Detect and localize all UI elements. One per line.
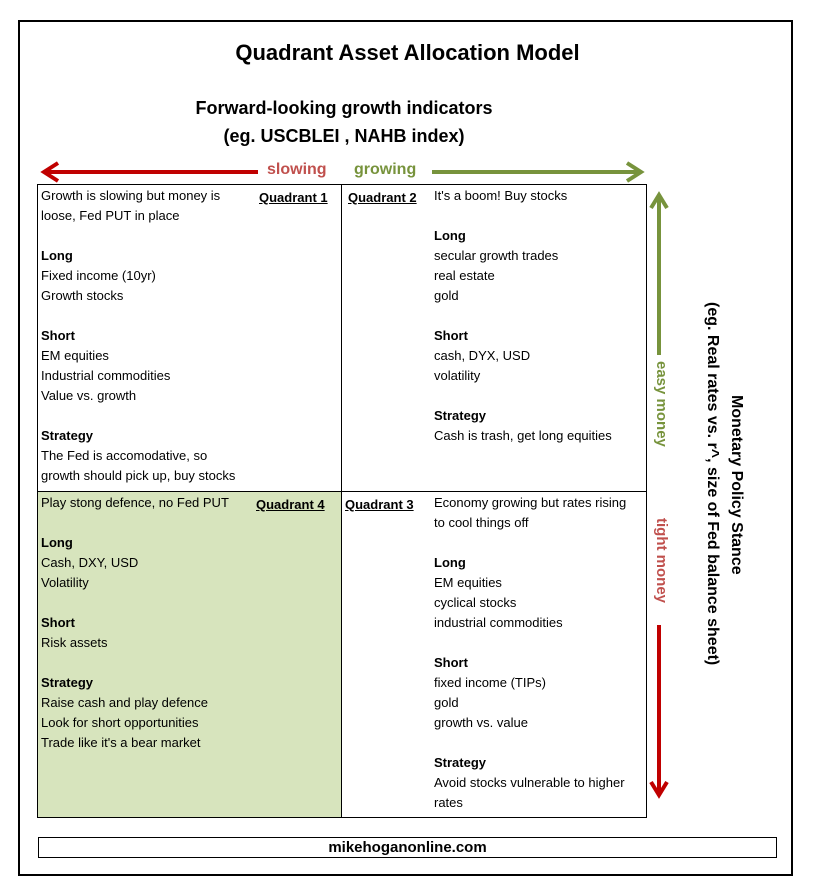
tight-money-label: tight money bbox=[653, 518, 670, 603]
summary-line: Economy growing but rates rising bbox=[434, 495, 627, 510]
summary-line: Play stong defence, no Fed PUT bbox=[41, 495, 229, 510]
quadrant-1: Quadrant 1 Growth is slowing but money i… bbox=[38, 185, 342, 492]
long-heading: Long bbox=[41, 535, 73, 550]
slowing-arrow-icon bbox=[40, 161, 258, 183]
strategy-heading: Strategy bbox=[41, 428, 94, 443]
easy-money-arrow-icon bbox=[649, 191, 669, 355]
long-item: EM equities bbox=[434, 575, 502, 590]
quadrant-3: Quadrant 3 Economy growing but rates ris… bbox=[342, 492, 646, 817]
short-item: volatility bbox=[434, 368, 481, 383]
quadrant-1-label: Quadrant 1 bbox=[259, 190, 328, 205]
easy-money-label: easy money bbox=[653, 361, 670, 447]
footer-site-link[interactable]: mikehoganonline.com bbox=[38, 837, 777, 858]
short-item: Value vs. growth bbox=[41, 388, 137, 403]
growing-label: growing bbox=[354, 161, 417, 178]
long-heading: Long bbox=[41, 248, 73, 263]
short-heading: Short bbox=[41, 615, 75, 630]
strategy-item: Trade like it's a bear market bbox=[41, 735, 201, 750]
short-heading: Short bbox=[434, 655, 468, 670]
short-item: Risk assets bbox=[41, 635, 108, 650]
short-heading: Short bbox=[434, 328, 468, 343]
long-item: secular growth trades bbox=[434, 248, 559, 263]
long-item: real estate bbox=[434, 268, 495, 283]
strategy-item: growth should pick up, buy stocks bbox=[41, 468, 236, 483]
quadrant-2: Quadrant 2 It's a boom! Buy stocks Long … bbox=[342, 185, 646, 492]
short-item: cash, DYX, USD bbox=[434, 348, 531, 363]
quadrant-3-label: Quadrant 3 bbox=[345, 497, 414, 512]
long-item: Fixed income (10yr) bbox=[41, 268, 156, 283]
strategy-heading: Strategy bbox=[434, 755, 487, 770]
short-item: gold bbox=[434, 695, 459, 710]
y-axis-heading: Monetary Policy Stance bbox=[728, 395, 745, 575]
short-item: Industrial commodities bbox=[41, 368, 171, 383]
slowing-label: slowing bbox=[267, 161, 327, 178]
long-item: Cash, DXY, USD bbox=[41, 555, 139, 570]
summary-line: Growth is slowing but money is bbox=[41, 188, 221, 203]
strategy-item: Raise cash and play defence bbox=[41, 695, 208, 710]
strategy-item: Cash is trash, get long equities bbox=[434, 428, 612, 443]
quadrant-4: Quadrant 4 Play stong defence, no Fed PU… bbox=[38, 492, 342, 817]
tight-money-arrow-icon bbox=[649, 625, 669, 799]
long-heading: Long bbox=[434, 555, 466, 570]
long-item: industrial commodities bbox=[434, 615, 563, 630]
y-axis-subheading: (eg. Real rates vs. r^, size of Fed bala… bbox=[704, 302, 721, 666]
strategy-item: Avoid stocks vulnerable to higher bbox=[434, 775, 625, 790]
strategy-heading: Strategy bbox=[434, 408, 487, 423]
strategy-heading: Strategy bbox=[41, 675, 94, 690]
long-item: gold bbox=[434, 288, 459, 303]
strategy-item: Look for short opportunities bbox=[41, 715, 199, 730]
quadrant-4-label: Quadrant 4 bbox=[256, 497, 325, 512]
quadrant-2-label: Quadrant 2 bbox=[348, 190, 417, 205]
long-item: cyclical stocks bbox=[434, 595, 517, 610]
strategy-item: rates bbox=[434, 795, 463, 810]
short-item: growth vs. value bbox=[434, 715, 528, 730]
long-item: Volatility bbox=[41, 575, 89, 590]
short-heading: Short bbox=[41, 328, 75, 343]
summary-line: loose, Fed PUT in place bbox=[41, 208, 180, 223]
growing-arrow-icon bbox=[432, 161, 645, 183]
quadrant-grid: Quadrant 1 Growth is slowing but money i… bbox=[37, 184, 647, 818]
summary-line: to cool things off bbox=[434, 515, 529, 530]
long-heading: Long bbox=[434, 228, 466, 243]
long-item: Growth stocks bbox=[41, 288, 124, 303]
short-item: fixed income (TIPs) bbox=[434, 675, 546, 690]
summary-line: It's a boom! Buy stocks bbox=[434, 188, 568, 203]
strategy-item: The Fed is accomodative, so bbox=[41, 448, 208, 463]
short-item: EM equities bbox=[41, 348, 109, 363]
